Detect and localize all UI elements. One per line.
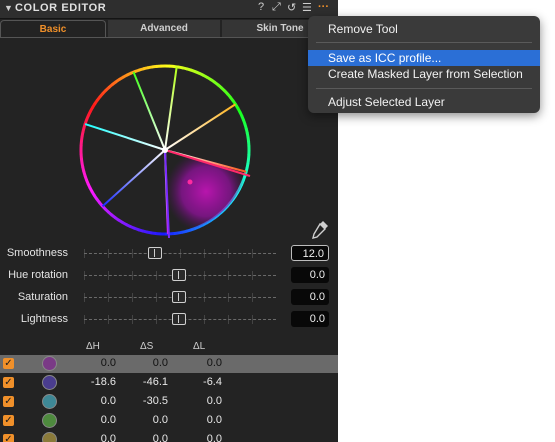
delta-saturation-cell: -30.5: [142, 395, 168, 407]
delta-hue-cell: 0.0: [100, 414, 116, 426]
eyedropper-icon[interactable]: [310, 219, 330, 239]
slider-handle[interactable]: [172, 313, 186, 325]
table-row[interactable]: ✓ 0.0 0.0 0.0: [0, 431, 338, 442]
color-swatch[interactable]: [42, 413, 57, 428]
enabled-checkbox[interactable]: ✓: [3, 415, 14, 426]
delta-lightness-cell: -6.4: [203, 376, 222, 388]
enabled-checkbox[interactable]: ✓: [3, 358, 14, 369]
slider-label: Saturation: [17, 291, 68, 303]
table-row[interactable]: ✓ 0.0 0.0 0.0: [0, 355, 338, 373]
color-wheel[interactable]: [60, 46, 270, 246]
value-field[interactable]: 0.0: [291, 311, 329, 327]
help-icon[interactable]: ?: [258, 1, 264, 13]
slider-row-hue-rotation: Hue rotation 0.0: [0, 265, 338, 287]
adjustment-table-header: ΔH ΔS ΔL: [0, 340, 338, 354]
delta-saturation-cell: 0.0: [152, 414, 168, 426]
color-swatch[interactable]: [42, 394, 57, 409]
enabled-checkbox[interactable]: ✓: [3, 396, 14, 407]
delta-lightness-cell: 0.0: [206, 414, 222, 426]
menu-item-create-masked-layer[interactable]: Create Masked Layer from Selection: [308, 66, 540, 82]
table-row[interactable]: ✓ -18.6 -46.1 -6.4: [0, 374, 338, 392]
slider-handle[interactable]: [172, 291, 186, 303]
delta-lightness-cell: 0.0: [206, 395, 222, 407]
enabled-checkbox[interactable]: ✓: [3, 434, 14, 442]
menu-item-remove-tool[interactable]: Remove Tool: [308, 21, 540, 37]
reset-icon[interactable]: ↺: [287, 1, 296, 14]
slider-track[interactable]: [84, 253, 276, 256]
menu-separator: [316, 42, 532, 43]
tool-header: ▼ COLOR EDITOR ? ⤢ ↺ ☰ ···: [0, 0, 338, 19]
delta-hue-cell: -18.6: [90, 376, 116, 388]
delta-lightness-cell: 0.0: [206, 357, 222, 369]
slider-row-smoothness: Smoothness 12.0: [0, 243, 338, 265]
menu-item-save-icc-profile[interactable]: Save as ICC profile...: [308, 50, 540, 66]
picker-icon[interactable]: ⤢: [272, 1, 281, 14]
delta-hue-cell: 0.0: [100, 357, 116, 369]
list-icon[interactable]: ☰: [302, 1, 312, 14]
delta-saturation-cell: 0.0: [152, 433, 168, 442]
delta-saturation-cell: 0.0: [152, 357, 168, 369]
slider-label: Lightness: [20, 313, 68, 325]
column-header-dh: ΔH: [86, 341, 100, 352]
enabled-checkbox[interactable]: ✓: [3, 377, 14, 388]
sample-point[interactable]: [187, 179, 193, 185]
tab-basic[interactable]: Basic: [0, 20, 106, 38]
slider-handle[interactable]: [148, 247, 162, 259]
tab-divider: [0, 37, 338, 38]
delta-hue-cell: 0.0: [100, 395, 116, 407]
wheel-center: [162, 147, 168, 153]
color-swatch[interactable]: [42, 375, 57, 390]
slider-handle[interactable]: [172, 269, 186, 281]
tab-advanced[interactable]: Advanced: [108, 20, 220, 38]
delta-saturation-cell: -46.1: [142, 376, 168, 388]
table-row[interactable]: ✓ 0.0 0.0 0.0: [0, 412, 338, 430]
color-swatch[interactable]: [42, 432, 57, 442]
table-row[interactable]: ✓ 0.0 -30.5 0.0: [0, 393, 338, 411]
tool-title: COLOR EDITOR: [15, 2, 107, 14]
value-field[interactable]: 0.0: [291, 267, 329, 283]
slider-row-lightness: Lightness 0.0: [0, 309, 338, 331]
column-header-dl: ΔL: [193, 341, 206, 352]
menu-item-adjust-selected-layer[interactable]: Adjust Selected Layer: [308, 94, 540, 110]
value-field[interactable]: 12.0: [291, 245, 329, 261]
slider-label: Smoothness: [6, 247, 68, 259]
menu-separator: [316, 88, 532, 89]
context-menu: Remove Tool Save as ICC profile... Creat…: [308, 16, 540, 113]
slider-row-saturation: Saturation 0.0: [0, 287, 338, 309]
color-editor-panel: ▼ COLOR EDITOR ? ⤢ ↺ ☰ ··· Basic Advance…: [0, 0, 338, 442]
tab-bar: Basic Advanced Skin Tone: [0, 20, 338, 38]
color-swatch[interactable]: [42, 356, 57, 371]
value-field[interactable]: 0.0: [291, 289, 329, 305]
slider-label: Hue rotation: [8, 269, 68, 281]
delta-lightness-cell: 0.0: [206, 433, 222, 442]
more-icon[interactable]: ···: [318, 1, 329, 13]
delta-hue-cell: 0.0: [100, 433, 116, 442]
collapse-triangle-icon[interactable]: ▼: [4, 3, 13, 13]
column-header-ds: ΔS: [140, 341, 154, 352]
